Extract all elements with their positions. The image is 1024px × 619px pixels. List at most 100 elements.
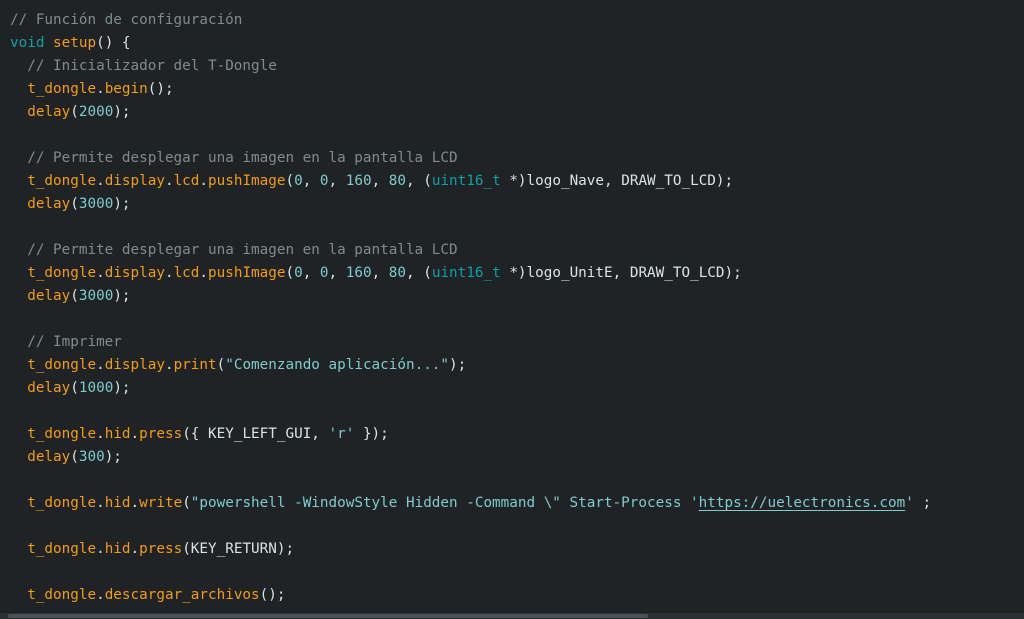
code-token: ( xyxy=(285,173,295,189)
code-token: . xyxy=(130,495,140,511)
code-line[interactable]: // Permite desplegar una imagen en la pa… xyxy=(10,147,931,170)
code-token: t_dongle xyxy=(27,495,97,511)
code-link[interactable]: https://uelectronics.com xyxy=(699,495,906,511)
horizontal-scrollbar[interactable] xyxy=(0,613,1024,619)
code-line[interactable]: delay(3000); xyxy=(10,285,931,308)
code-token: , xyxy=(302,265,320,281)
code-token: descargar_archivos xyxy=(104,587,260,603)
code-token: 160 xyxy=(345,265,372,281)
code-token: t_dongle xyxy=(27,265,97,281)
code-token: // Permite desplegar una imagen en la pa… xyxy=(27,150,458,166)
code-token: ( xyxy=(70,104,79,120)
code-editor[interactable]: // Función de configuración void setup() … xyxy=(0,0,1024,619)
code-token: , xyxy=(371,173,389,189)
code-line[interactable]: delay(300); xyxy=(10,446,931,469)
code-line[interactable]: t_dongle.hid.press(KEY_RETURN); xyxy=(10,538,931,561)
code-token: 1000 xyxy=(78,380,114,396)
code-token: // Imprimer xyxy=(27,334,122,350)
code-token: ({ KEY_LEFT_GUI, xyxy=(182,426,329,442)
code-token: uint16_t xyxy=(431,173,501,189)
code-line[interactable] xyxy=(10,515,931,538)
code-line[interactable]: t_dongle.hid.write("powershell -WindowSt… xyxy=(10,492,931,515)
code-token: ' xyxy=(905,495,914,511)
code-token: ; xyxy=(913,495,932,511)
code-token: 0 xyxy=(294,265,303,281)
code-token: lcd xyxy=(173,265,200,281)
code-line[interactable]: delay(1000); xyxy=(10,377,931,400)
code-token: . xyxy=(96,357,105,373)
code-line[interactable]: // Imprimer xyxy=(10,331,931,354)
code-token: display xyxy=(104,357,165,373)
code-line[interactable]: t_dongle.hid.press({ KEY_LEFT_GUI, 'r' }… xyxy=(10,423,931,446)
code-line[interactable] xyxy=(10,400,931,423)
code-token: , xyxy=(328,265,346,281)
code-line[interactable]: t_dongle.display.print("Comenzando aplic… xyxy=(10,354,931,377)
code-token: delay xyxy=(27,196,71,212)
code-line[interactable] xyxy=(10,308,931,331)
code-token: 0 xyxy=(319,265,329,281)
code-token: , ( xyxy=(406,173,432,189)
code-line[interactable]: // Permite desplegar una imagen en la pa… xyxy=(10,239,931,262)
code-token: 80 xyxy=(388,173,407,189)
code-token: 160 xyxy=(345,173,372,189)
code-line[interactable]: t_dongle.begin(); xyxy=(10,78,931,101)
code-line[interactable]: void setup() { xyxy=(10,32,931,55)
code-token: ); xyxy=(113,288,131,304)
code-token: . xyxy=(96,265,105,281)
scrollbar-thumb[interactable] xyxy=(8,614,648,618)
code-token: display xyxy=(104,173,165,189)
code-token: , ( xyxy=(406,265,432,281)
code-line[interactable] xyxy=(10,216,931,239)
code-line[interactable] xyxy=(10,561,931,584)
code-token: 80 xyxy=(388,265,407,281)
code-token: }); xyxy=(354,426,389,442)
code-line[interactable]: t_dongle.display.lcd.pushImage(0, 0, 160… xyxy=(10,170,931,193)
code-token: display xyxy=(104,265,165,281)
code-token: ( xyxy=(70,449,79,465)
code-line[interactable]: delay(3000); xyxy=(10,193,931,216)
code-token: 2000 xyxy=(78,104,114,120)
code-line[interactable] xyxy=(10,124,931,147)
code-token: ); xyxy=(113,196,131,212)
code-token: (); xyxy=(259,587,286,603)
code-line[interactable]: // Inicializador del T-Dongle xyxy=(10,55,931,78)
code-token: pushImage xyxy=(208,173,286,189)
code-token: *)logo_UnitE, DRAW_TO_LCD); xyxy=(500,265,742,281)
code-token: . xyxy=(96,173,105,189)
code-token: 300 xyxy=(78,449,105,465)
code-token: delay xyxy=(27,104,71,120)
code-token: 3000 xyxy=(78,196,114,212)
code-line[interactable]: t_dongle.descargar_archivos(); xyxy=(10,584,931,607)
code-token: pushImage xyxy=(208,265,286,281)
code-token: (KEY_RETURN); xyxy=(182,541,295,557)
code-token: . xyxy=(96,541,105,557)
code-token: ); xyxy=(104,449,122,465)
code-token: // Permite desplegar una imagen en la pa… xyxy=(27,242,458,258)
code-token: t_dongle xyxy=(27,81,97,97)
code-token: lcd xyxy=(173,173,200,189)
code-token: . xyxy=(199,173,209,189)
code-token: , xyxy=(302,173,320,189)
code-token: ( xyxy=(182,495,191,511)
code-token: t_dongle xyxy=(27,541,97,557)
code-line[interactable]: // Función de configuración xyxy=(10,9,931,32)
code-line[interactable] xyxy=(10,469,931,492)
code-line[interactable]: t_dongle.display.lcd.pushImage(0, 0, 160… xyxy=(10,262,931,285)
code-token: . xyxy=(96,426,105,442)
code-line[interactable]: delay(2000); xyxy=(10,101,931,124)
code-token: delay xyxy=(27,449,71,465)
code-token: 3000 xyxy=(78,288,114,304)
code-token: "Comenzando aplicación..." xyxy=(225,357,450,373)
code-token: (); xyxy=(147,81,174,97)
